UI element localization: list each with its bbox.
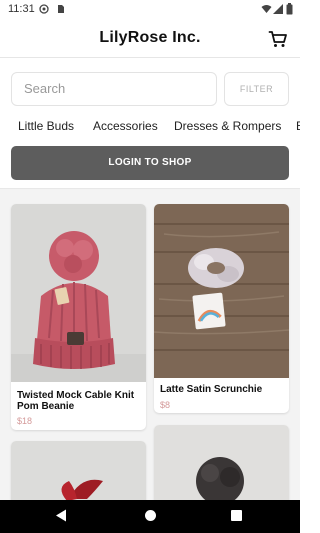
battery-icon (286, 3, 293, 15)
notification-icon (39, 4, 49, 14)
product-image-pom-beanie (154, 425, 289, 511)
category-tab-little-buds[interactable]: Little Buds (18, 119, 74, 133)
product-price: $8 (160, 400, 171, 410)
product-image-scrunchie (154, 204, 289, 378)
product-card[interactable]: Twisted Mock Cable Knit Pom Beanie $18 (11, 204, 146, 430)
home-icon[interactable] (145, 510, 156, 521)
category-tab-accessories[interactable]: Accessories (93, 119, 158, 133)
app-header: LilyRose Inc. (0, 20, 300, 58)
login-to-shop-button[interactable]: LOGIN TO SHOP (11, 146, 289, 180)
category-tab-next[interactable]: B (296, 119, 300, 133)
back-icon[interactable] (55, 509, 67, 522)
product-card[interactable]: Latte Satin Scrunchie $8 (154, 204, 289, 413)
app-title: LilyRose Inc. (99, 29, 201, 46)
signal-icon (273, 4, 283, 14)
status-bar: 11:31 (0, 0, 300, 20)
recents-icon[interactable] (231, 510, 242, 521)
system-nav-bar (0, 500, 300, 533)
sim-icon (58, 5, 64, 13)
category-tab-dresses-rompers[interactable]: Dresses & Rompers (174, 119, 281, 133)
product-name: Latte Satin Scrunchie (160, 384, 263, 395)
product-grid: Twisted Mock Cable Knit Pom Beanie $18 L… (0, 188, 300, 511)
category-tabs: Little Buds Accessories Dresses & Romper… (0, 114, 300, 138)
status-time: 11:31 (8, 3, 35, 15)
filter-button[interactable]: FILTER (224, 72, 289, 106)
wifi-icon (261, 5, 272, 13)
search-input[interactable]: Search (11, 72, 217, 106)
product-image-beanie (11, 204, 146, 382)
cart-icon[interactable] (268, 29, 288, 49)
product-card[interactable] (154, 425, 289, 511)
search-placeholder: Search (24, 81, 66, 96)
product-name: Twisted Mock Cable Knit Pom Beanie (17, 390, 135, 412)
product-price: $18 (17, 416, 33, 426)
